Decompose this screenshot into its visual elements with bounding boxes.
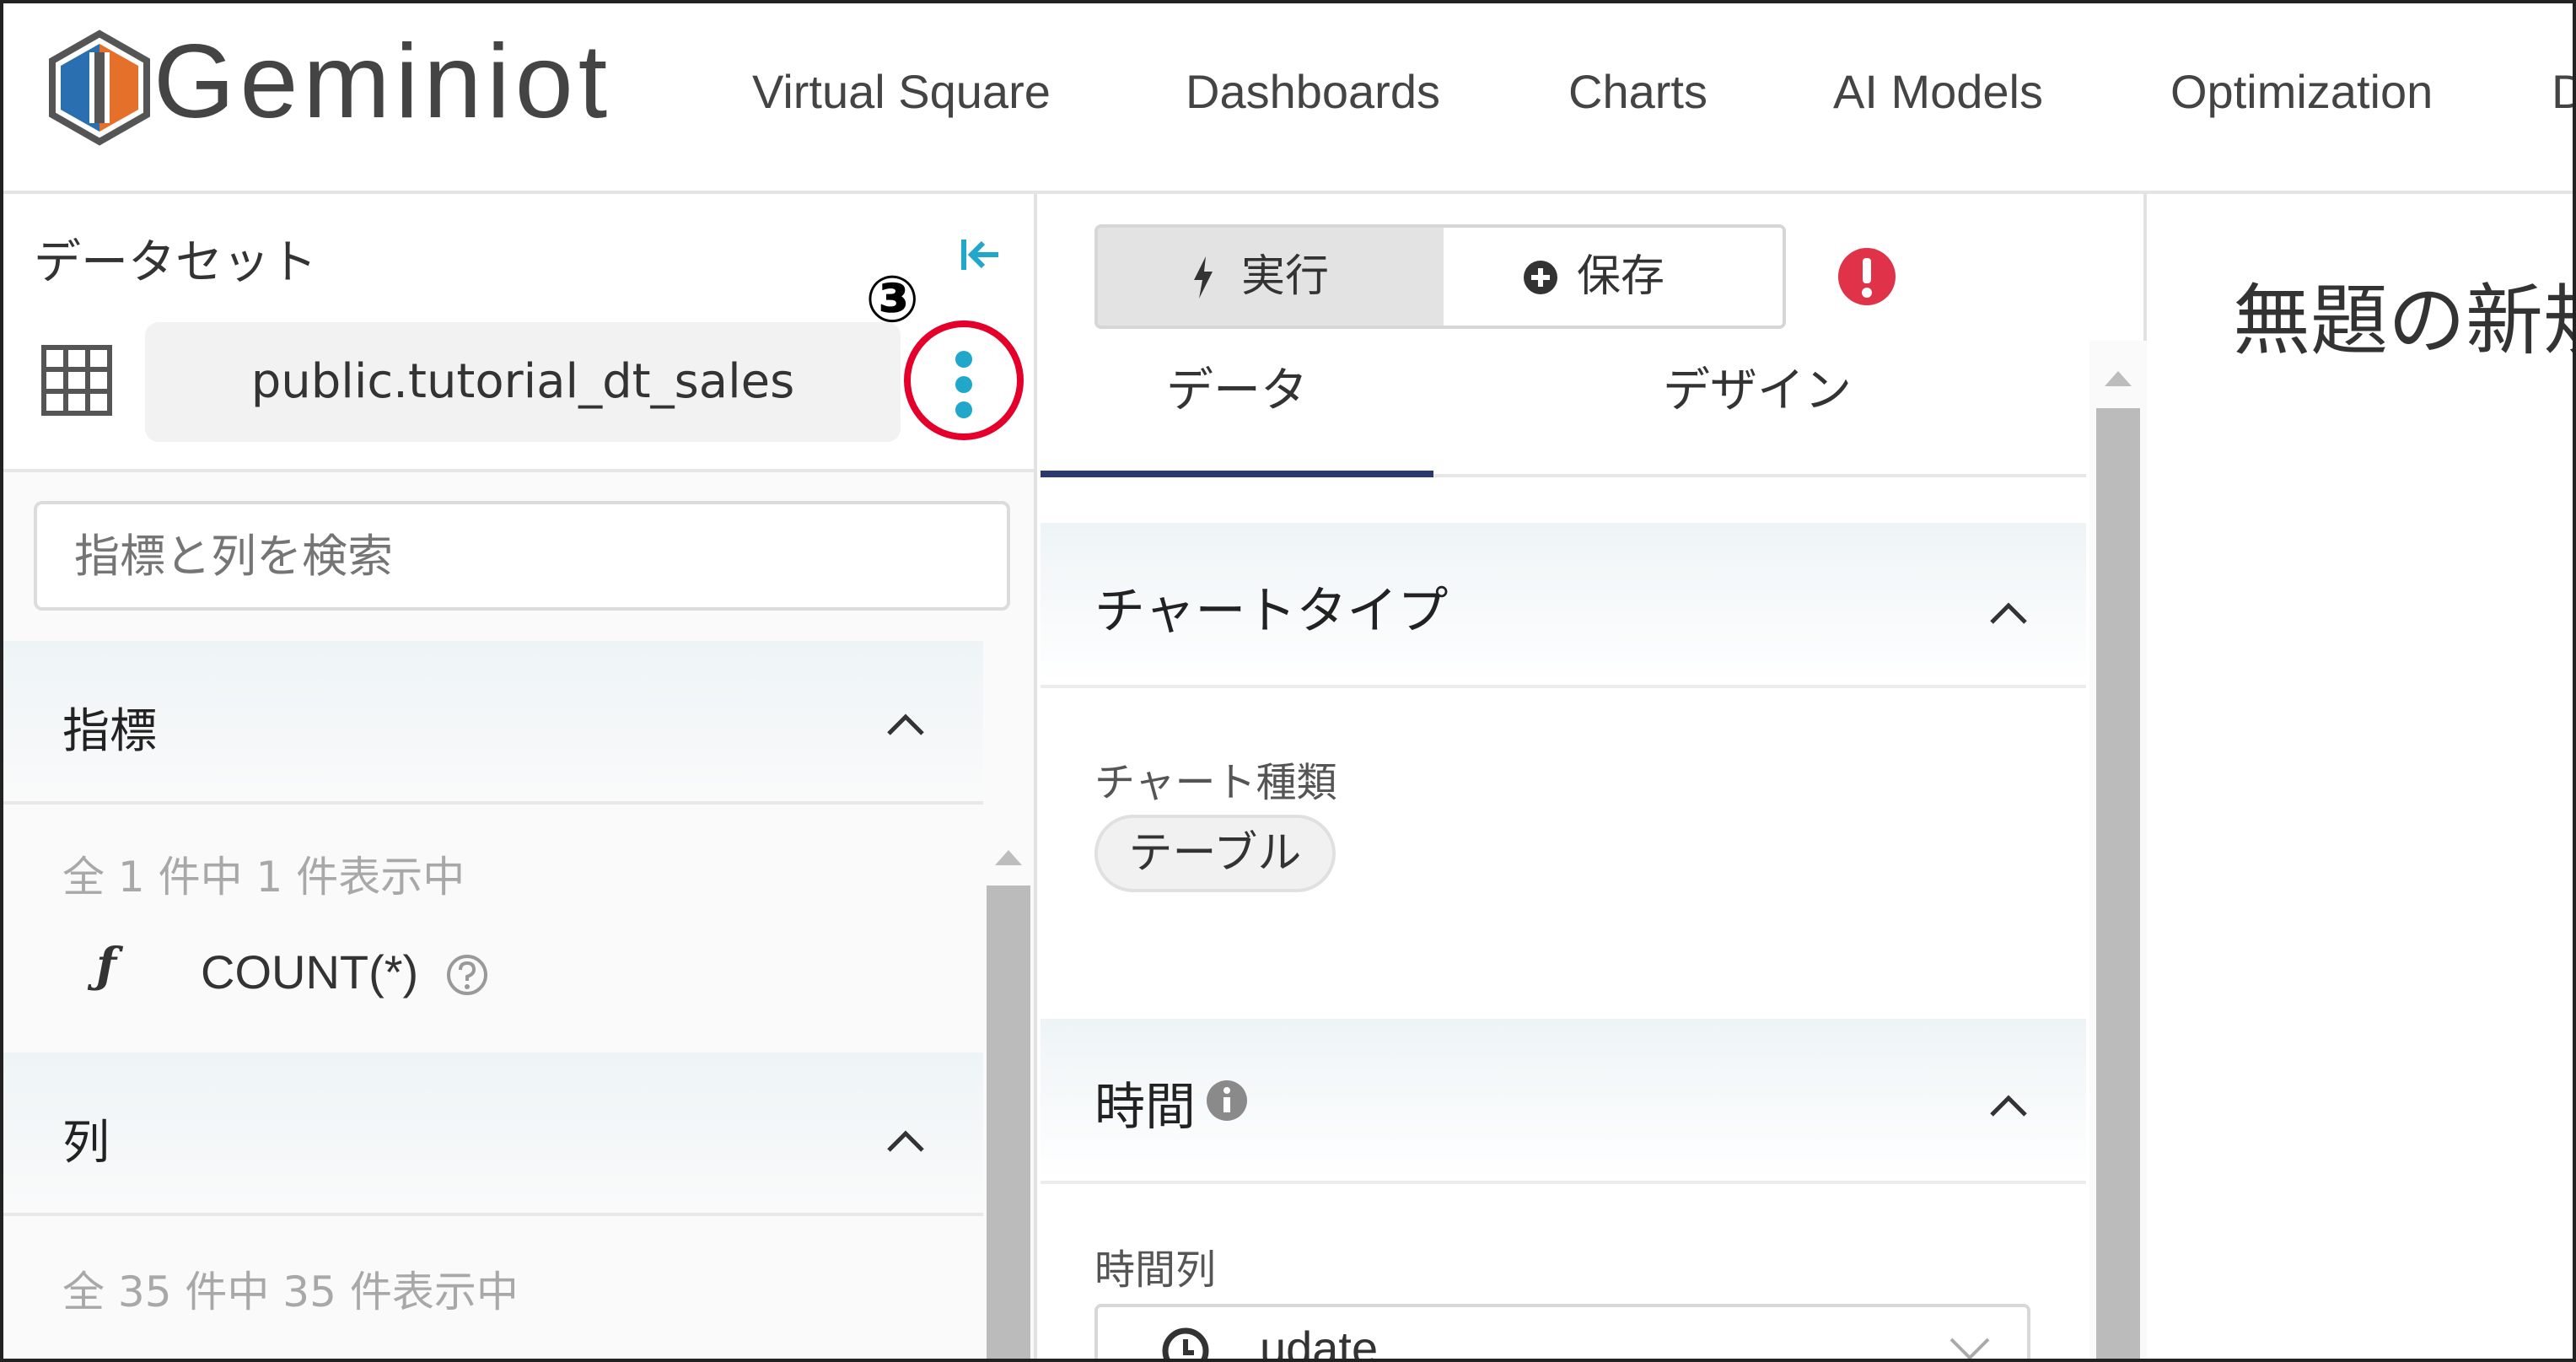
more-vertical-icon-dot — [955, 401, 972, 418]
brand-wordmark: Geminiot — [153, 24, 613, 140]
chevron-up-icon[interactable] — [1988, 599, 2029, 626]
info-circle-icon[interactable] — [1206, 1079, 1248, 1122]
middle-panel-scrollbar[interactable] — [2089, 341, 2147, 1359]
clock-icon — [1162, 1327, 1209, 1359]
table-grid-icon — [41, 345, 112, 416]
chart-type-section-title: チャートタイプ — [1094, 582, 1449, 641]
save-button[interactable]: 保存 — [1444, 228, 1783, 326]
exclamation-alert-icon[interactable] — [1837, 246, 1897, 307]
plus-circle-icon — [1524, 261, 1557, 294]
run-button-label: 実行 — [1241, 251, 1330, 302]
time-column-value: udate — [1260, 1322, 1379, 1362]
chevron-up-icon[interactable] — [885, 1127, 926, 1154]
more-vertical-icon-dot — [955, 376, 972, 393]
metric-item-count[interactable]: COUNT(*) — [201, 945, 418, 999]
scrollbar-thumb[interactable] — [987, 886, 1030, 1359]
chart-title[interactable]: 無題の新規 — [2233, 258, 2573, 370]
dataset-label: データセット — [34, 235, 317, 290]
run-button[interactable]: 実行 — [1098, 228, 1444, 326]
nav-virtual-square[interactable]: Virtual Square — [752, 64, 1051, 119]
dataset-header: データセット ③ public.tutorial_dt_sales — [3, 194, 1034, 472]
dataset-selector[interactable]: public.tutorial_dt_sales — [145, 322, 901, 442]
app-window: Geminiot Virtual Square Dashboards Chart… — [0, 0, 2576, 1362]
chart-type-section-header[interactable]: チャートタイプ — [1041, 523, 2086, 688]
dataset-panel: データセット ③ public.tutorial_dt_sales 指標と列を検… — [3, 194, 1037, 1359]
metrics-section-title: 指標 — [62, 704, 157, 759]
chart-kind-label: チャート種類 — [1094, 759, 1337, 806]
top-navigation-bar: Geminiot Virtual Square Dashboards Chart… — [3, 3, 2573, 194]
chart-kind-chip[interactable]: テーブル — [1094, 815, 1336, 892]
time-column-select[interactable]: udate — [1094, 1304, 2030, 1362]
chart-preview-panel: 無題の新規 — [2150, 194, 2573, 1359]
function-icon: ƒ — [96, 938, 117, 993]
time-section-header[interactable]: 時間 — [1041, 1019, 2086, 1184]
lightning-bolt-icon — [1194, 256, 1213, 299]
chart-config-panel: 実行 保存 データ デザイン チャートタイプ チャート種類 テーブル 時間 時間… — [1041, 194, 2147, 1362]
scroll-up-arrow-icon[interactable] — [995, 850, 1022, 865]
columns-section-title: 列 — [62, 1116, 110, 1171]
nav-ai-models[interactable]: AI Models — [1833, 64, 2043, 119]
chevron-up-icon[interactable] — [1988, 1091, 2029, 1118]
columns-count-text: 全 35 件中 35 件表示中 — [62, 1268, 519, 1316]
action-button-group: 実行 保存 — [1094, 224, 1786, 329]
nav-dashboards[interactable]: Dashboards — [1186, 64, 1440, 119]
save-button-label: 保存 — [1577, 251, 1665, 302]
metrics-columns-search-input[interactable] — [34, 501, 1010, 611]
scrollbar-thumb[interactable] — [2096, 408, 2140, 1359]
tab-data[interactable]: データ — [1041, 341, 1433, 477]
nav-optimization[interactable]: Optimization — [2170, 64, 2433, 119]
nav-charts[interactable]: Charts — [1568, 64, 1707, 119]
time-column-label: 時間列 — [1094, 1246, 1217, 1294]
time-section-title: 時間 — [1094, 1078, 1196, 1137]
active-tab-indicator — [1041, 471, 1433, 477]
question-circle-icon[interactable] — [445, 953, 489, 997]
scroll-up-arrow-icon[interactable] — [2105, 371, 2132, 386]
tab-design[interactable]: デザイン — [1563, 341, 1951, 477]
config-tabs: データ デザイン — [1041, 341, 2086, 477]
geminiot-logo-icon[interactable] — [40, 29, 159, 147]
metrics-count-text: 全 1 件中 1 件表示中 — [62, 853, 465, 902]
metrics-section-header[interactable]: 指標 — [3, 641, 983, 805]
chevron-up-icon[interactable] — [885, 710, 926, 737]
left-panel-scrollbar[interactable] — [987, 663, 1030, 1359]
more-vertical-icon — [955, 351, 972, 368]
dataset-more-menu-button[interactable] — [904, 320, 1030, 444]
collapse-left-icon[interactable] — [955, 229, 1005, 280]
nav-truncated-item[interactable]: D — [2552, 64, 2573, 119]
columns-section-header[interactable]: 列 — [3, 1052, 983, 1216]
chevron-down-icon[interactable] — [1948, 1336, 1992, 1361]
